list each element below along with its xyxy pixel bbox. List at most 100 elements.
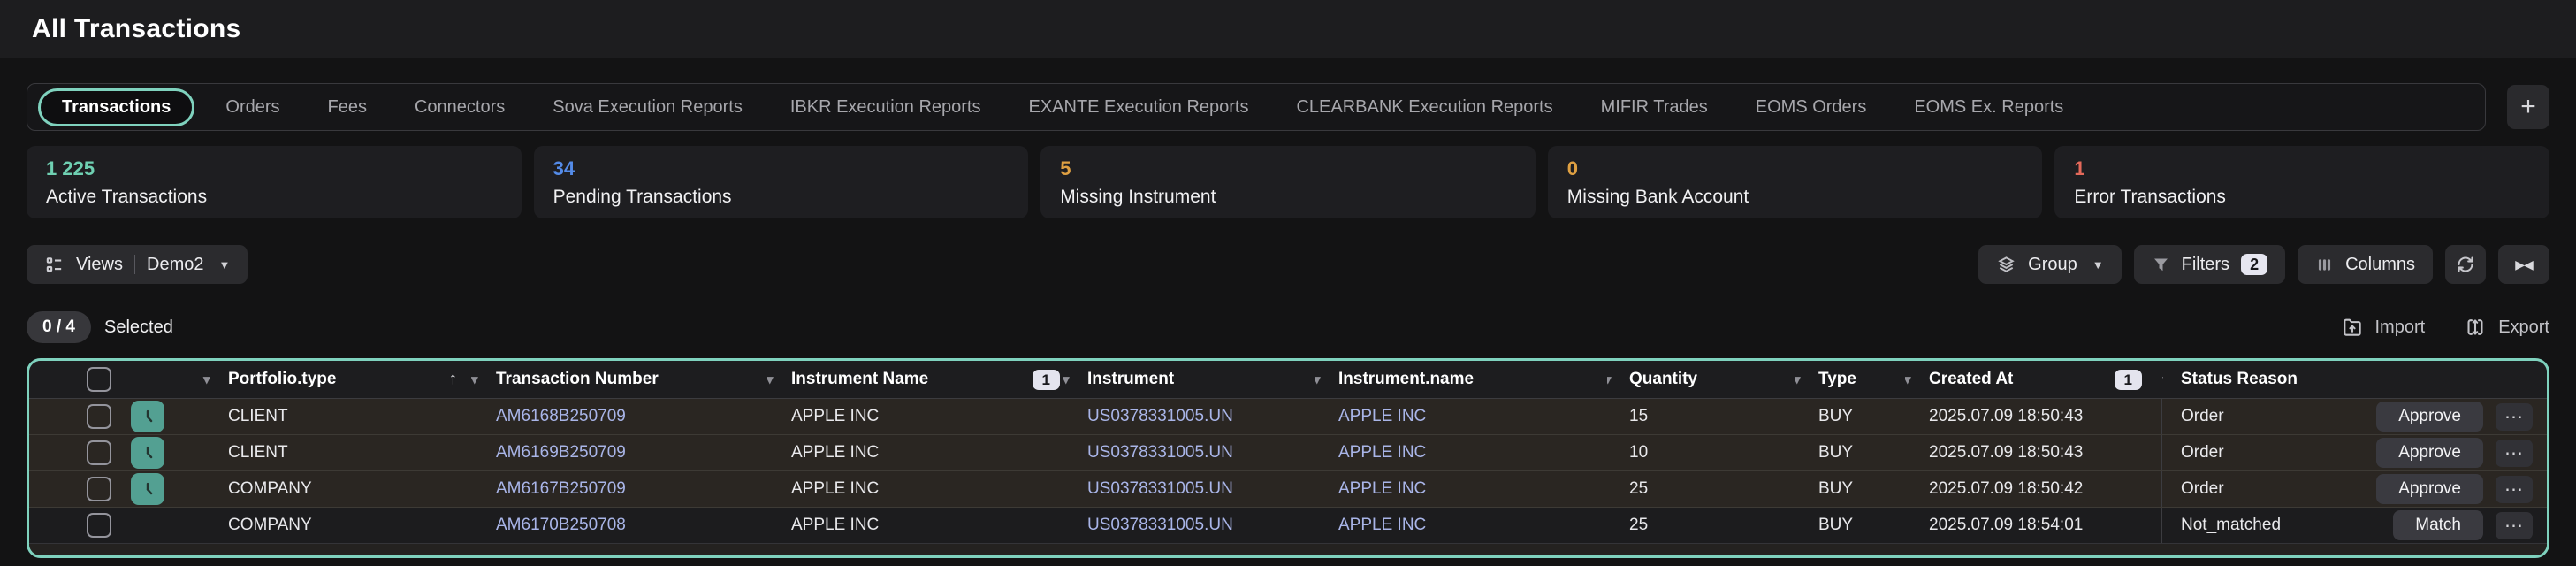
table-row[interactable]: COMPANY AM6167B250709 APPLE INC US037833… bbox=[29, 471, 2547, 508]
column-label: Portfolio.type bbox=[228, 370, 336, 389]
tab-orders[interactable]: Orders bbox=[202, 97, 303, 118]
cell-instrument-link[interactable]: US0378331005.UN bbox=[1063, 399, 1315, 434]
column-menu-caret-icon[interactable]: ▾ bbox=[471, 371, 496, 387]
cell-portfolio-type: CLIENT bbox=[193, 399, 471, 434]
column-header-quantity[interactable]: ▾ Quantity bbox=[1607, 361, 1795, 398]
cell-instrument-dot-name-link[interactable]: APPLE INC bbox=[1315, 508, 1607, 543]
chevron-down-icon: ▼ bbox=[2092, 258, 2104, 272]
chevron-down-icon: ▼ bbox=[218, 258, 230, 272]
column-menu-caret-icon[interactable]: ▾ bbox=[2161, 371, 2181, 387]
select-all-checkbox[interactable] bbox=[87, 367, 111, 392]
column-filter-badge: 1 bbox=[2115, 370, 2142, 390]
selection-bar: 0 / 4 Selected Import Export bbox=[27, 307, 2549, 348]
selected-count-pill: 0 / 4 bbox=[27, 311, 91, 343]
column-menu-caret-icon[interactable]: ▾ bbox=[1315, 371, 1338, 387]
cell-instrument-link[interactable]: US0378331005.UN bbox=[1063, 435, 1315, 470]
tab-clearbank-execution-reports[interactable]: CLEARBANK Execution Reports bbox=[1272, 97, 1576, 118]
cell-portfolio-type: CLIENT bbox=[193, 435, 471, 470]
views-current-value: Demo2 bbox=[147, 255, 203, 275]
cell-instrument-link[interactable]: US0378331005.UN bbox=[1063, 471, 1315, 507]
export-button[interactable]: Export bbox=[2464, 316, 2549, 339]
table-row[interactable]: COMPANY AM6170B250708 APPLE INC US037833… bbox=[29, 508, 2547, 544]
page-title: All Transactions bbox=[32, 14, 241, 44]
stat-label: Active Transactions bbox=[46, 187, 502, 208]
row-checkbox[interactable] bbox=[87, 404, 111, 429]
cell-instrument-dot-name-link[interactable]: APPLE INC bbox=[1315, 399, 1607, 434]
approve-button[interactable]: Approve bbox=[2376, 474, 2483, 505]
stat-card-active-transactions[interactable]: 1 225 Active Transactions bbox=[27, 146, 522, 218]
add-tab-button[interactable]: + bbox=[2507, 85, 2549, 129]
tab-sova-execution-reports[interactable]: Sova Execution Reports bbox=[529, 97, 766, 118]
table-row[interactable]: CLIENT AM6168B250709 APPLE INC US0378331… bbox=[29, 399, 2547, 435]
tab-fees[interactable]: Fees bbox=[304, 97, 391, 118]
tab-eoms-orders[interactable]: EOMS Orders bbox=[1732, 97, 1891, 118]
cell-quantity: 25 bbox=[1607, 471, 1795, 507]
filters-button[interactable]: Filters 2 bbox=[2134, 245, 2285, 284]
column-menu-caret-icon[interactable]: ▾ bbox=[1905, 371, 1929, 387]
column-label: Quantity bbox=[1629, 370, 1697, 389]
stat-card-missing-instrument[interactable]: 5 Missing Instrument bbox=[1040, 146, 1536, 218]
tab-ibkr-execution-reports[interactable]: IBKR Execution Reports bbox=[766, 97, 1005, 118]
column-menu-caret-icon[interactable]: ▾ bbox=[767, 371, 791, 387]
import-button[interactable]: Import bbox=[2341, 316, 2426, 339]
cell-instrument-dot-name-link[interactable]: APPLE INC bbox=[1315, 471, 1607, 507]
stat-card-pending-transactions[interactable]: 34 Pending Transactions bbox=[534, 146, 1029, 218]
cell-created-at: 2025.07.09 18:50:43 bbox=[1905, 399, 2161, 434]
approve-button[interactable]: Approve bbox=[2376, 438, 2483, 469]
tab-exante-execution-reports[interactable]: EXANTE Execution Reports bbox=[1004, 97, 1272, 118]
cell-instrument-dot-name-link[interactable]: APPLE INC bbox=[1315, 435, 1607, 470]
column-menu-caret-icon[interactable]: ▾ bbox=[1607, 371, 1629, 387]
cell-transaction-number-link[interactable]: AM6168B250709 bbox=[471, 399, 767, 434]
transactions-table: ▾ Portfolio.type ↑ ▾ Transaction Number … bbox=[27, 358, 2549, 558]
column-menu-caret-icon[interactable]: ▾ bbox=[203, 371, 228, 387]
table-row[interactable]: CLIENT AM6169B250709 APPLE INC US0378331… bbox=[29, 435, 2547, 471]
toolbar: Views Demo2 ▼ Group ▼ Filters 2 bbox=[27, 245, 2549, 284]
column-label: Transaction Number bbox=[496, 370, 659, 389]
column-header-type[interactable]: ▾ Type bbox=[1795, 361, 1905, 398]
row-more-actions-button[interactable]: ⋯ bbox=[2496, 403, 2533, 431]
stat-card-error-transactions[interactable]: 1 Error Transactions bbox=[2054, 146, 2549, 218]
export-expand-icon bbox=[2464, 316, 2487, 339]
stat-label: Error Transactions bbox=[2074, 187, 2530, 208]
cell-transaction-number-link[interactable]: AM6169B250709 bbox=[471, 435, 767, 470]
row-more-actions-button[interactable]: ⋯ bbox=[2496, 440, 2533, 467]
tab-eoms-ex-reports[interactable]: EOMS Ex. Reports bbox=[1890, 97, 2087, 118]
column-header-instrument-name[interactable]: ▾ Instrument Name 1 bbox=[767, 361, 1063, 398]
cell-instrument-link[interactable]: US0378331005.UN bbox=[1063, 508, 1315, 543]
collapse-icon: ▶◀ bbox=[2515, 257, 2533, 272]
stat-label: Missing Instrument bbox=[1060, 187, 1516, 208]
column-header-status-reason[interactable]: ▾ Status Reason bbox=[2161, 361, 2547, 398]
row-checkbox[interactable] bbox=[87, 477, 111, 501]
tab-connectors[interactable]: Connectors bbox=[391, 97, 529, 118]
page-header: All Transactions bbox=[0, 0, 2576, 58]
tab-mifir-trades[interactable]: MIFIR Trades bbox=[1577, 97, 1732, 118]
column-header-instrument[interactable]: ▾ Instrument bbox=[1063, 361, 1315, 398]
cell-transaction-number-link[interactable]: AM6167B250709 bbox=[471, 471, 767, 507]
stat-value: 1 225 bbox=[46, 157, 502, 180]
match-button[interactable]: Match bbox=[2393, 510, 2483, 541]
row-checkbox[interactable] bbox=[87, 440, 111, 465]
column-menu-caret-icon[interactable]: ▾ bbox=[1795, 371, 1818, 387]
sort-ascending-icon[interactable]: ↑ bbox=[449, 370, 458, 389]
tab-bar: Transactions Orders Fees Connectors Sova… bbox=[27, 83, 2549, 131]
collapse-panel-button[interactable]: ▶◀ bbox=[2498, 245, 2549, 284]
approve-button[interactable]: Approve bbox=[2376, 402, 2483, 432]
row-more-actions-button[interactable]: ⋯ bbox=[2496, 476, 2533, 503]
column-header-portfolio-type[interactable]: ▾ Portfolio.type ↑ bbox=[193, 361, 471, 398]
tab-transactions[interactable]: Transactions bbox=[38, 88, 194, 126]
column-menu-caret-icon[interactable]: ▾ bbox=[1063, 371, 1087, 387]
column-header-transaction-number[interactable]: ▾ Transaction Number bbox=[471, 361, 767, 398]
column-header-instrument-dot-name[interactable]: ▾ Instrument.name bbox=[1315, 361, 1607, 398]
cell-type: BUY bbox=[1795, 508, 1905, 543]
columns-button[interactable]: Columns bbox=[2298, 245, 2433, 284]
row-more-actions-button[interactable]: ⋯ bbox=[2496, 512, 2533, 539]
stat-card-missing-bank-account[interactable]: 0 Missing Bank Account bbox=[1548, 146, 2043, 218]
views-dropdown[interactable]: Views Demo2 ▼ bbox=[27, 245, 248, 284]
column-label: Instrument Name bbox=[791, 370, 928, 389]
column-header-created-at[interactable]: ▾ Created At 1 bbox=[1905, 361, 2161, 398]
cell-quantity: 15 bbox=[1607, 399, 1795, 434]
row-checkbox[interactable] bbox=[87, 513, 111, 538]
cell-transaction-number-link[interactable]: AM6170B250708 bbox=[471, 508, 767, 543]
refresh-button[interactable] bbox=[2445, 245, 2486, 284]
group-dropdown[interactable]: Group ▼ bbox=[1978, 245, 2121, 284]
